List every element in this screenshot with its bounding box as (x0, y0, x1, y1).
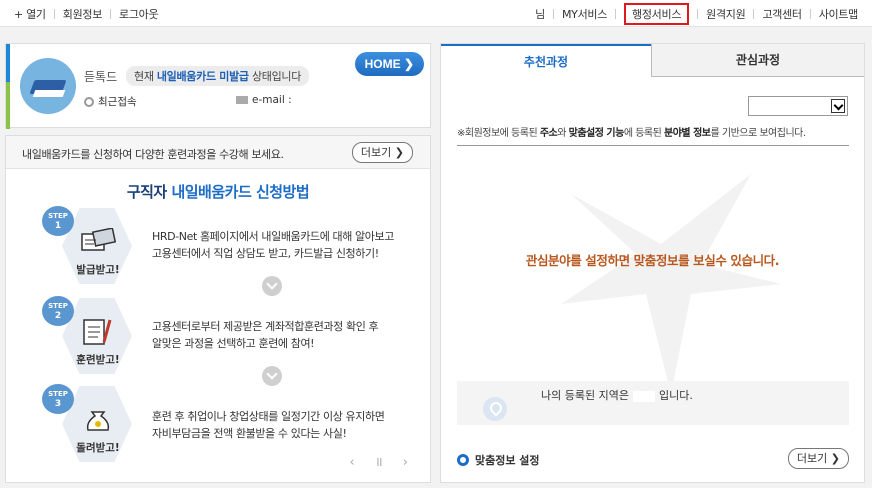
note-bold: 맞춤설정 기능 (568, 128, 625, 139)
step-badge: STEP 3 (42, 384, 74, 414)
step-1: STEP 1 발급받고! (42, 206, 142, 286)
email-label: e-mail : (252, 94, 292, 106)
settings-label: 맞춤정보 설정 (475, 454, 540, 467)
tab-interest[interactable]: 관심과정 (651, 44, 864, 77)
card-header-text: 내일배움카드를 신청하여 다양한 훈련과정을 수강해 보세요. (22, 148, 284, 161)
desc-line: 고용센터에서 직업 상담도 받고, 카드발급 신청하기! (152, 247, 379, 260)
email-info: e-mail : (236, 94, 292, 106)
person-silhouette-icon (561, 174, 781, 394)
top-bar: + 열기 회원정보 로그아웃 님 MY서비스 행정서비스 원격지원 고객센터 사… (0, 0, 872, 27)
step-badge-text: STEP (48, 302, 68, 310)
card-status-badge: 현재 내일배움카드 미발급 상태입니다 (126, 66, 310, 86)
desc-line: 훈련 후 취업이나 창업상태를 일정기간 이상 유지하면 (152, 410, 385, 423)
title-prefix: 구직자 (126, 183, 172, 201)
step-badge: STEP 1 (42, 206, 74, 236)
mail-icon (236, 96, 248, 104)
region-box: 나의 등록된 지역은 입니다. (457, 381, 849, 425)
desc-line: 고용센터로부터 제공받은 계좌적합훈련과정 확인 후 (152, 320, 379, 333)
gear-icon (457, 454, 469, 466)
logout-link[interactable]: 로그아웃 (119, 6, 159, 22)
note-text: 에 등록된 (623, 128, 664, 139)
my-service-link[interactable]: MY서비스 (562, 6, 607, 22)
accent-stripe (6, 44, 10, 129)
step-2: STEP 2 훈련받고! (42, 296, 142, 376)
region-masked (632, 390, 655, 402)
card-header: 내일배움카드를 신청하여 다양한 훈련과정을 수강해 보세요. 더보기 ❯ (6, 136, 430, 169)
step-number: 2 (54, 311, 62, 321)
status-prefix: 현재 (134, 70, 157, 83)
title-highlight: 내일배움카드 신청방법 (171, 183, 310, 201)
step-label: 발급받고! (76, 264, 120, 276)
admin-service-link[interactable]: 행정서비스 (624, 3, 690, 25)
course-panel: 추천과정 관심과정 ※회원정보에 등록된 주소와 맞춤설정 기능에 등록된 분야… (440, 43, 865, 483)
top-left-links: + 열기 회원정보 로그아웃 (14, 6, 159, 22)
divider (697, 9, 699, 19)
step-badge-text: STEP (48, 212, 68, 220)
remote-support-link[interactable]: 원격지원 (706, 6, 746, 22)
note-text: 를 기반으로 보여집니다. (710, 128, 806, 139)
sitemap-link[interactable]: 사이트맵 (819, 6, 859, 22)
status-highlight: 내일배움카드 미발급 (156, 70, 249, 83)
user-suffix: 님 (535, 8, 545, 21)
notebook-pen-icon (83, 319, 112, 345)
custom-settings-link[interactable]: 맞춤정보 설정 (457, 452, 540, 468)
open-link[interactable]: + 열기 (14, 6, 46, 22)
step-number: 1 (54, 221, 62, 231)
region-prefix: 나의 등록된 지역은 (541, 389, 629, 402)
recent-login: 최근접속 (84, 94, 137, 109)
note-text: ※회원정보에 등록된 (457, 128, 540, 139)
username-masked (509, 8, 536, 20)
home-button[interactable]: HOME ❯ (354, 52, 424, 76)
note-bold: 주소 (539, 128, 558, 139)
book-pages (32, 90, 66, 97)
divider (809, 9, 811, 19)
more-button[interactable]: 더보기 ❯ (787, 448, 849, 469)
book-avatar-icon (20, 58, 76, 114)
slider-pager[interactable]: ‹ ॥ › (350, 452, 416, 470)
chevron-down-icon[interactable] (831, 99, 845, 113)
desc-line: HRD-Net 홈페이지에서 내일배움카드에 대해 알아보고 (152, 230, 394, 243)
step-label: 돌려받고! (76, 442, 120, 454)
step-1-desc: HRD-Net 홈페이지에서 내일배움카드에 대해 알아보고고용센터에서 직업 … (152, 228, 394, 262)
card-issue-icon (81, 228, 116, 251)
location-pin-icon (483, 397, 507, 421)
profile-panel: 듣톡드 현재 내일배움카드 미발급 상태입니다 HOME ❯ 최근접속 e-ma… (5, 43, 431, 129)
card-guide-panel: 내일배움카드를 신청하여 다양한 훈련과정을 수강해 보세요. 더보기 ❯ 구직… (5, 135, 431, 483)
step-badge: STEP 2 (42, 296, 74, 326)
divider (110, 9, 112, 19)
card-title: 구직자 내일배움카드 신청방법 (6, 181, 430, 202)
divider (53, 9, 55, 19)
step-number: 3 (54, 399, 62, 409)
top-right-links: 님 MY서비스 행정서비스 원격지원 고객센터 사이트맵 (509, 3, 859, 25)
note-text: 와 (557, 128, 569, 139)
step-label: 훈련받고! (76, 354, 120, 366)
divider (753, 9, 755, 19)
info-note: ※회원정보에 등록된 주소와 맞춤설정 기능에 등록된 분야별 정보를 기반으로… (457, 124, 849, 146)
desc-line: 자비부담금을 전액 환불받을 수 있다는 사실! (152, 427, 347, 440)
more-button[interactable]: 더보기 ❯ (351, 142, 413, 163)
chevron-down-icon (262, 276, 282, 296)
step-3-desc: 훈련 후 취업이나 창업상태를 일정기간 이상 유지하면자비부담금을 전액 환불… (152, 408, 385, 442)
tab-recommended[interactable]: 추천과정 (441, 44, 651, 77)
region-suffix: 입니다. (658, 389, 693, 402)
clock-icon (84, 96, 94, 107)
recent-login-label: 최근접속 (98, 96, 137, 108)
note-bold: 분야별 정보 (664, 128, 711, 139)
desc-line: 알맞은 과정을 선택하고 훈련에 참여! (152, 337, 315, 350)
empty-message: 관심분야를 설정하면 맞춤정보를 보실수 있습니다. (525, 253, 780, 268)
member-info-link[interactable]: 회원정보 (63, 6, 103, 22)
step-2-desc: 고용센터로부터 제공받은 계좌적합훈련과정 확인 후알맞은 과정을 선택하고 훈… (152, 318, 379, 352)
chevron-down-icon (262, 366, 282, 386)
divider (552, 9, 554, 19)
customer-center-link[interactable]: 고객센터 (762, 6, 802, 22)
step-3: STEP 3 돌려받고! (42, 384, 142, 464)
step-badge-text: STEP (48, 390, 68, 398)
region-text: 나의 등록된 지역은 입니다. (541, 387, 693, 403)
category-select[interactable] (748, 96, 848, 116)
divider (615, 9, 617, 19)
status-suffix: 상태입니다 (248, 70, 302, 83)
user-name: 듣톡드 (84, 70, 118, 84)
money-bag-icon (86, 411, 110, 431)
